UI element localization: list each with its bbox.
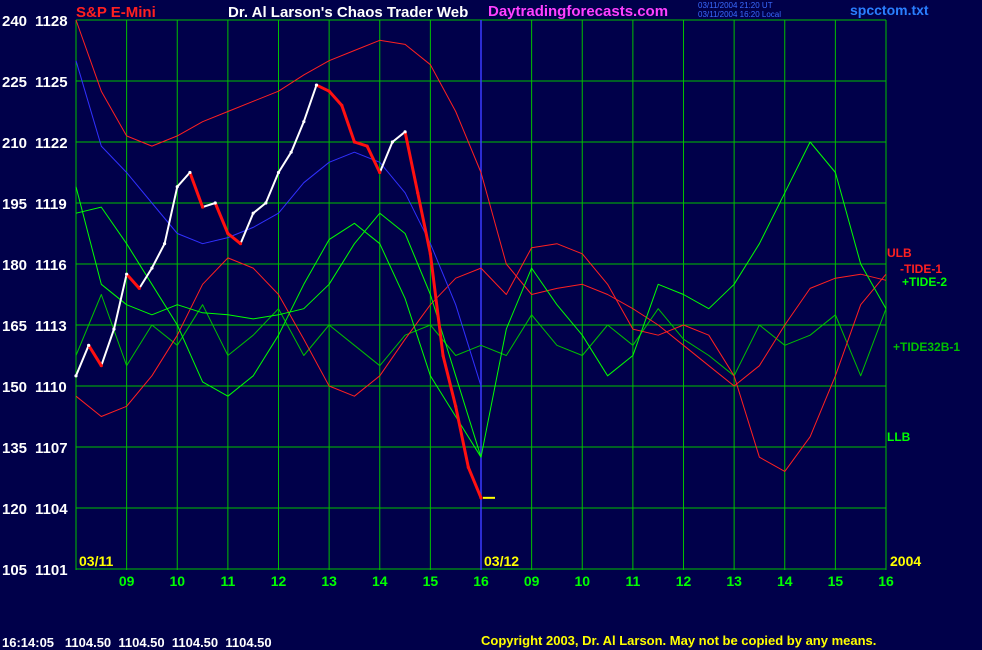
price-point: [479, 496, 483, 500]
price-point: [74, 374, 78, 378]
y-left-tick: 210: [2, 135, 27, 152]
y-right-tick: 1116: [35, 257, 67, 274]
x-hour-tick: 11: [625, 573, 640, 589]
y-left-tick: 180: [2, 257, 27, 274]
y-right-tick: 1128: [35, 13, 68, 30]
timestamp-local: 03/11/2004 16:20 Local: [698, 10, 781, 19]
chart-title: Dr. Al Larson's Chaos Trader Web: [228, 4, 468, 21]
price-point: [314, 83, 319, 87]
x-hour-tick: 14: [777, 573, 793, 589]
y-right-tick: 1122: [35, 135, 68, 152]
price-point: [352, 140, 357, 144]
timestamp-ut: 03/11/2004 21:20 UT: [698, 1, 773, 10]
x-hour-tick: 12: [271, 573, 287, 589]
footer-copyright: Copyright 2003, Dr. Al Larson. May not b…: [481, 633, 876, 648]
price-point: [327, 89, 331, 93]
x-hour-tick: 16: [473, 573, 489, 589]
x-hour-tick: 10: [574, 573, 590, 589]
price-point: [390, 140, 395, 144]
price-point: [264, 201, 268, 205]
price-point: [125, 272, 129, 276]
x-hour-tick: 12: [676, 573, 692, 589]
price-point: [454, 404, 458, 408]
x-hour-tick: 15: [828, 573, 844, 589]
price-point: [251, 211, 255, 215]
price-point: [226, 231, 230, 236]
label-tide2: +TIDE-2: [902, 275, 947, 289]
date-label-1: 03/11: [79, 553, 113, 569]
price-point: [188, 170, 192, 175]
price-point: [175, 185, 179, 189]
price-point: [378, 170, 382, 175]
y-right-tick: 1101: [35, 562, 68, 579]
label-llb: LLB: [887, 430, 911, 444]
x-hour-tick: 11: [220, 573, 235, 589]
label-ulb: ULB: [887, 246, 912, 260]
y-left-tick: 195: [2, 196, 27, 213]
price-point: [137, 286, 141, 290]
date-label-2: 03/12: [484, 553, 519, 569]
y-left-tick: 165: [2, 318, 27, 335]
x-hour-tick: 14: [372, 573, 388, 589]
x-hour-tick: 10: [169, 573, 185, 589]
price-point: [289, 150, 293, 154]
price-point: [441, 353, 445, 358]
price-point: [276, 170, 281, 175]
y-right-tick: 1119: [35, 196, 67, 213]
y-right-tick: 1113: [35, 318, 67, 335]
price-point: [87, 343, 91, 347]
price-point: [365, 144, 369, 148]
chart-canvas: 240 1128225 1125210 1122195 1119180 1116165 11…: [0, 0, 982, 650]
y-left-tick: 120: [2, 501, 27, 518]
x-hour-tick: 16: [878, 573, 894, 589]
y-left-tick: 240: [2, 13, 27, 30]
y-right-tick: 1125: [35, 74, 68, 91]
price-point: [238, 242, 243, 246]
price-point: [112, 327, 116, 331]
footer-quote: 16:14:05 1104.50 1104.50 1104.50 1104.50: [2, 635, 272, 650]
price-point: [403, 130, 407, 134]
price-point: [302, 120, 306, 124]
x-hour-tick: 13: [321, 573, 337, 589]
y-left-tick: 150: [2, 379, 27, 396]
x-hour-tick: 09: [119, 573, 135, 589]
price-point: [466, 465, 470, 469]
label-tide32b: +TIDE32B-1: [893, 340, 960, 354]
y-left-tick: 105: [2, 562, 27, 579]
y-left-tick: 135: [2, 440, 27, 457]
price-point: [200, 205, 205, 209]
y-left-tick: 225: [2, 74, 27, 91]
price-point: [340, 103, 344, 107]
price-point: [416, 191, 420, 195]
symbol-title: S&P E-Mini: [76, 4, 156, 21]
y-right-tick: 1110: [35, 379, 67, 396]
site-name: Daytradingforecasts.com: [488, 3, 668, 20]
year-label: 2004: [890, 553, 921, 569]
x-hour-tick: 09: [524, 573, 540, 589]
data-filename: spcctom.txt: [850, 2, 929, 18]
label-tide1: -TIDE-1: [900, 262, 942, 276]
price-point: [428, 252, 432, 256]
x-hour-tick: 13: [726, 573, 742, 589]
y-right-tick: 1107: [35, 440, 68, 457]
price-point: [150, 266, 154, 270]
price-point: [99, 364, 103, 368]
price-point: [213, 201, 217, 205]
x-hour-tick: 15: [423, 573, 439, 589]
price-point: [162, 242, 167, 246]
y-right-tick: 1104: [35, 501, 68, 518]
